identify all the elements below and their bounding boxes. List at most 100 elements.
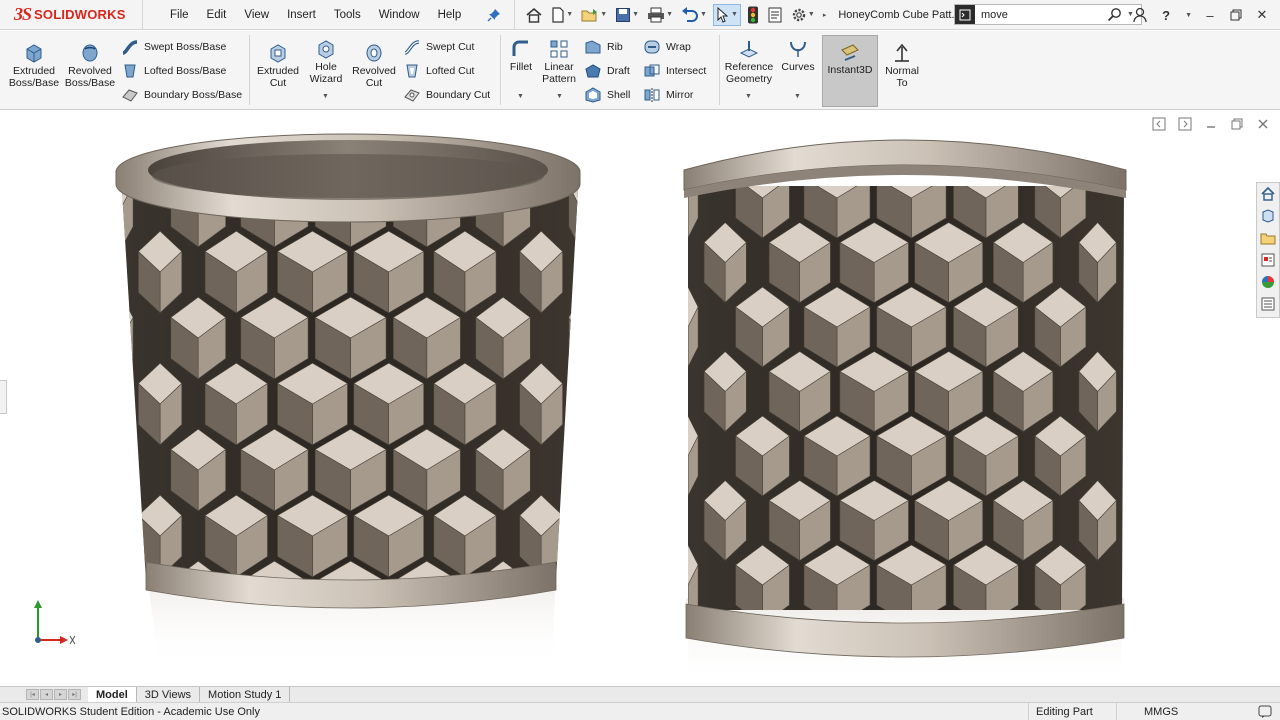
select-button[interactable]: ▼ <box>712 3 741 26</box>
honeycomb-cube-face <box>617 384 622 445</box>
hole-wizard-dropdown-icon[interactable]: ▼ <box>322 93 329 100</box>
pin-icon[interactable] <box>486 7 502 23</box>
open-button[interactable]: ▼ <box>579 4 609 26</box>
help-chevron-icon[interactable]: ▼ <box>1185 12 1192 19</box>
menu-edit[interactable]: Edit <box>198 9 236 21</box>
tab-3d-views[interactable]: 3D Views <box>137 687 201 702</box>
swept-cut-icon <box>404 40 420 55</box>
close-icon[interactable]: ✕ <box>1254 7 1270 23</box>
view-palette-icon[interactable] <box>1259 251 1277 269</box>
prev-tab-icon[interactable]: ◂ <box>40 689 53 700</box>
search-icon[interactable] <box>1107 7 1123 23</box>
rib-button[interactable]: Rib <box>584 39 623 55</box>
instant3d-button[interactable]: Instant3D <box>822 35 878 107</box>
fillet-button[interactable]: Fillet <box>505 39 537 73</box>
right-cup-model <box>608 139 1172 686</box>
curves-dropdown-icon[interactable]: ▼ <box>794 93 801 100</box>
viewport-minimize-icon[interactable] <box>1204 117 1218 131</box>
mirror-button[interactable]: Mirror <box>643 87 693 103</box>
hole-wizard-button[interactable]: Hole Wizard <box>304 39 348 85</box>
options-button[interactable]: ▼ <box>789 4 817 26</box>
unit-system-selector[interactable]: MMGS <box>1116 703 1226 720</box>
honeycomb-cube-face <box>612 363 623 404</box>
print-button[interactable]: ▼ <box>645 4 675 26</box>
undo-button[interactable]: ▼ <box>679 4 709 26</box>
custom-properties-icon[interactable] <box>1259 295 1277 313</box>
menu-view[interactable]: View <box>235 9 278 21</box>
new-document-icon <box>552 6 564 23</box>
menu-tools[interactable]: Tools <box>325 9 370 21</box>
status-help-icon[interactable] <box>1258 704 1272 720</box>
tile-left-icon[interactable] <box>1152 117 1166 131</box>
boundary-boss-button[interactable]: Boundary Boss/Base <box>121 87 242 103</box>
menu-help[interactable]: Help <box>429 9 471 21</box>
honeycomb-cup-models[interactable] <box>0 110 1280 686</box>
boundary-boss-icon <box>122 89 138 102</box>
revolved-boss-button[interactable]: Revolved Boss/Base <box>64 43 116 89</box>
file-properties-button[interactable] <box>765 4 785 26</box>
solidworks-resources-icon[interactable] <box>1259 185 1277 203</box>
reference-geometry-dropdown-icon[interactable]: ▼ <box>745 93 752 100</box>
search-input[interactable] <box>975 8 1103 21</box>
user-icon[interactable] <box>1132 7 1148 23</box>
intersect-button[interactable]: Intersect <box>643 63 706 79</box>
first-tab-icon[interactable]: |◂ <box>26 689 39 700</box>
appearances-icon[interactable] <box>1259 273 1277 291</box>
graphics-area[interactable] <box>0 110 1280 686</box>
save-button[interactable]: ▼ <box>613 4 641 26</box>
honeycomb-cube-face <box>612 384 617 445</box>
swept-boss-button[interactable]: Swept Boss/Base <box>121 39 226 55</box>
wrap-button[interactable]: Wrap <box>643 39 691 55</box>
search-box[interactable]: ▼ <box>954 4 1142 25</box>
new-document-button[interactable]: ▼ <box>549 4 575 26</box>
draft-button[interactable]: Draft <box>584 63 630 79</box>
honeycomb-cube-face <box>41 186 46 247</box>
lofted-boss-button[interactable]: Lofted Boss/Base <box>121 63 226 79</box>
honeycomb-cube-face <box>608 565 613 625</box>
gear-icon <box>792 8 806 21</box>
menu-window[interactable]: Window <box>370 9 429 21</box>
last-tab-icon[interactable]: ▸| <box>68 689 81 700</box>
more-chevron-icon[interactable]: ▸ <box>823 11 827 19</box>
search-commands-icon[interactable] <box>955 5 975 24</box>
normal-to-button[interactable]: Normal To <box>880 43 924 89</box>
honeycomb-cube-face <box>41 429 52 470</box>
swept-cut-button[interactable]: Swept Cut <box>403 39 474 55</box>
revolved-cut-button[interactable]: Revolved Cut <box>350 43 398 89</box>
feature-manager-toggle[interactable] <box>0 380 7 414</box>
honeycomb-cube-face <box>568 296 578 339</box>
honeycomb-cube-face <box>79 495 90 536</box>
reference-geometry-button[interactable]: Reference Geometry <box>722 39 776 85</box>
solidworks-window: 3S SOLIDWORKS File Edit View Insert Tool… <box>0 0 1280 720</box>
tab-motion-study[interactable]: Motion Study 1 <box>200 687 291 702</box>
menu-insert[interactable]: Insert <box>278 9 325 21</box>
shell-button[interactable]: Shell <box>584 87 630 103</box>
curves-button[interactable]: Curves <box>779 39 817 73</box>
extruded-boss-button[interactable]: Extruded Boss/Base <box>6 43 62 89</box>
viewport-close-icon[interactable] <box>1256 117 1270 131</box>
honeycomb-cube-face <box>79 516 84 577</box>
lofted-cut-button[interactable]: Lofted Cut <box>403 63 474 79</box>
restore-icon[interactable] <box>1228 7 1244 23</box>
home-button[interactable] <box>523 4 545 26</box>
boundary-cut-button[interactable]: Boundary Cut <box>403 87 490 103</box>
fillet-dropdown-icon[interactable]: ▼ <box>517 93 524 100</box>
honeycomb-cube-face <box>579 582 589 643</box>
minimize-icon[interactable]: – <box>1202 7 1218 23</box>
rebuild-button[interactable] <box>745 4 761 26</box>
help-icon[interactable]: ? <box>1158 7 1174 23</box>
extruded-cut-button[interactable]: Extruded Cut <box>254 43 302 89</box>
honeycomb-cube-face <box>41 561 52 602</box>
app-logo[interactable]: 3S SOLIDWORKS <box>0 0 143 30</box>
next-tab-icon[interactable]: ▸ <box>54 689 67 700</box>
tab-model[interactable]: Model <box>88 687 137 702</box>
viewport-restore-icon[interactable] <box>1230 117 1244 131</box>
linear-pattern-button[interactable]: Linear Pattern <box>540 39 578 85</box>
honeycomb-cube-face <box>1167 243 1172 303</box>
linear-pattern-dropdown-icon[interactable]: ▼ <box>556 93 563 100</box>
file-explorer-icon[interactable] <box>1259 229 1277 247</box>
menu-file[interactable]: File <box>161 9 198 21</box>
tile-right-icon[interactable] <box>1178 117 1192 131</box>
design-library-icon[interactable] <box>1259 207 1277 225</box>
honeycomb-cube-face <box>579 318 589 379</box>
